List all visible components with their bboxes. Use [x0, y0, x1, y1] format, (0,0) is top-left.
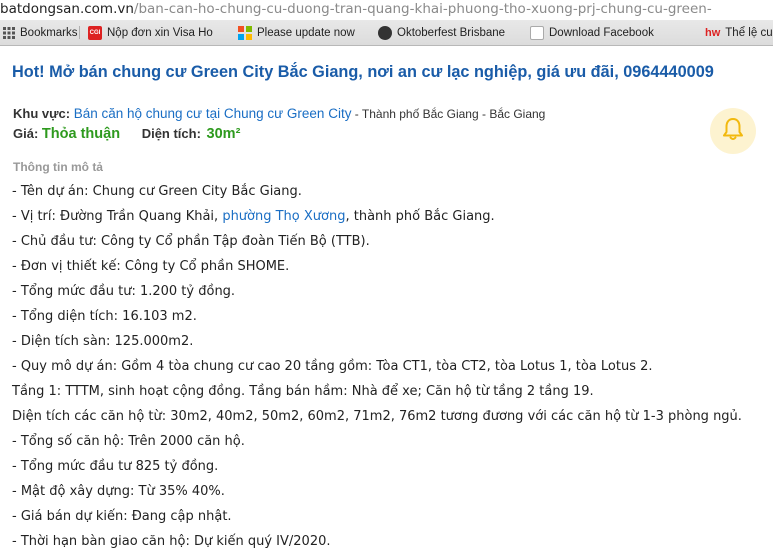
- bookmark-label: Bookmarks: [20, 26, 78, 39]
- description-line: - Quy mô dự án: Gồm 4 tòa chung cư cao 2…: [12, 359, 653, 374]
- bookmark-label: Thể lệ cu: [725, 26, 773, 39]
- area-label: Khu vực:: [13, 106, 71, 121]
- area-location: - Thành phố Bắc Giang - Bắc Giang: [351, 107, 546, 121]
- hw-icon: hw: [705, 26, 721, 39]
- section-heading: Thông tin mô tả: [13, 160, 103, 174]
- description-line: - Tổng số căn hộ: Trên 2000 căn hộ.: [12, 434, 245, 449]
- bookmark-update[interactable]: Please update now: [238, 20, 355, 45]
- listing-title[interactable]: Hot! Mở bán chung cư Green City Bắc Gian…: [12, 63, 714, 82]
- facebook-download-icon: [530, 25, 544, 40]
- description-line: - Chủ đầu tư: Công ty Cổ phần Tập đoàn T…: [12, 234, 370, 249]
- description-line: - Tổng mức đầu tư 825 tỷ đồng.: [12, 459, 219, 474]
- bookmark-download-facebook[interactable]: Download Facebook: [530, 20, 654, 45]
- windows-icon: [238, 25, 252, 40]
- bookmark-oktoberfest[interactable]: Oktoberfest Brisbane: [378, 20, 505, 45]
- description-line: - Tổng mức đầu tư: 1.200 tỷ đồng.: [12, 284, 236, 299]
- description-line: - Đơn vị thiết kế: Công ty Cổ phần SHOME…: [12, 259, 290, 274]
- listing-page: Hot! Mở bán chung cư Green City Bắc Gian…: [0, 46, 773, 558]
- description-line: - Tổng diện tích: 16.103 m2.: [12, 309, 197, 324]
- description-line: - Mật độ xây dựng: Từ 35% 40%.: [12, 484, 225, 499]
- price-label: Giá:: [13, 126, 39, 141]
- bell-icon: [722, 117, 744, 146]
- url-domain: batdongsan.com.vn: [0, 1, 134, 17]
- bookmark-the-le[interactable]: hw Thể lệ cu: [705, 20, 773, 45]
- description-line: - Vị trí: Đường Trần Quang Khải, phường …: [12, 205, 772, 230]
- price-value: Thỏa thuận: [41, 126, 121, 142]
- bookmark-label: Please update now: [257, 26, 355, 39]
- size-label: Diện tích:: [141, 126, 201, 141]
- description-line: - Thời hạn bàn giao căn hộ: Dự kiến quý …: [12, 534, 331, 549]
- location-text: - Vị trí: Đường Trần Quang Khải,: [12, 209, 223, 224]
- url-path: /ban-can-ho-chung-cu-duong-tran-quang-kh…: [133, 1, 712, 17]
- grid-icon: [3, 26, 15, 39]
- bookmark-label: Nộp đơn xin Visa Ho: [107, 26, 213, 39]
- oktoberfest-icon: [378, 25, 392, 40]
- bookmark-bookmarks[interactable]: Bookmarks: [3, 20, 78, 45]
- description: - Tên dự án: Chung cư Green City Bắc Gia…: [12, 180, 772, 555]
- description-line: - Giá bán dự kiến: Đang cập nhật.: [12, 509, 232, 524]
- description-line: Tầng 1: TTTM, sinh hoạt cộng đồng. Tầng …: [12, 384, 594, 399]
- area-link[interactable]: Bán căn hộ chung cư tại Chung cư Green C…: [74, 106, 352, 121]
- price-row: Giá: Thỏa thuận Diện tích: 30m²: [13, 126, 240, 142]
- description-line: - Tên dự án: Chung cư Green City Bắc Gia…: [12, 184, 302, 199]
- description-line: - Diện tích sàn: 125.000m2.: [12, 334, 194, 349]
- area-row: Khu vực: Bán căn hộ chung cư tại Chung c…: [13, 106, 545, 121]
- notification-button[interactable]: [710, 108, 756, 154]
- description-line: Diện tích các căn hộ từ: 30m2, 40m2, 50m…: [12, 409, 742, 424]
- bookmark-label: Oktoberfest Brisbane: [397, 26, 506, 39]
- bookmark-label: Download Facebook: [549, 26, 654, 39]
- bookmark-divider: [79, 26, 80, 39]
- size-value: 30m²: [206, 126, 241, 142]
- location-text-end: , thành phố Bắc Giang.: [345, 209, 495, 224]
- address-bar[interactable]: batdongsan.com.vn/ban-can-ho-chung-cu-du…: [0, 0, 773, 20]
- bookmarks-bar: Bookmarks CGI Nộp đơn xin Visa Ho Please…: [0, 20, 773, 46]
- cgi-icon: CGI: [88, 25, 102, 40]
- ward-link[interactable]: phường Thọ Xương: [222, 209, 345, 224]
- bookmark-visa[interactable]: CGI Nộp đơn xin Visa Ho: [88, 20, 213, 45]
